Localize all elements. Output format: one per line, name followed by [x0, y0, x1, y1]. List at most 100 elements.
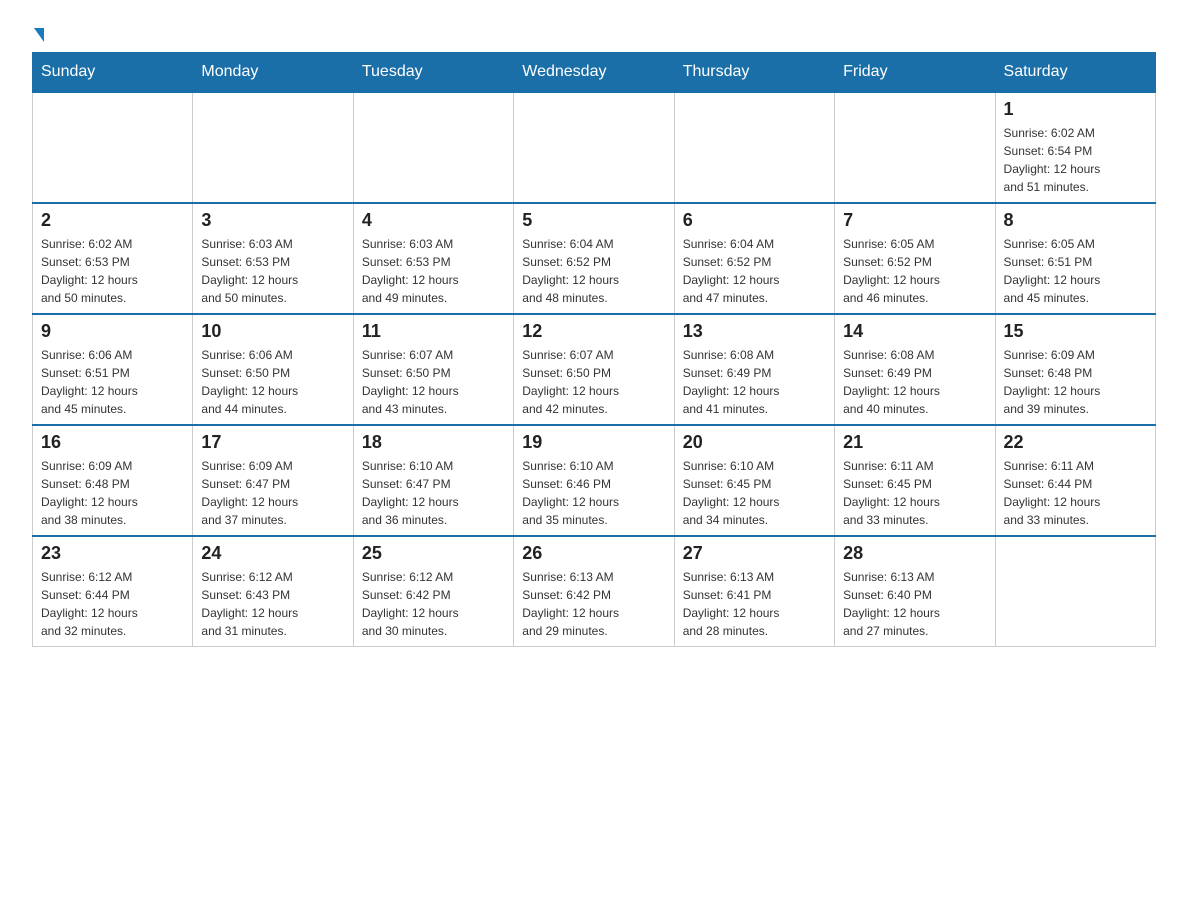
day-info: Sunrise: 6:05 AM Sunset: 6:51 PM Dayligh… [1004, 235, 1147, 307]
day-info: Sunrise: 6:08 AM Sunset: 6:49 PM Dayligh… [683, 346, 826, 418]
day-number: 19 [522, 432, 665, 453]
day-number: 28 [843, 543, 986, 564]
day-info: Sunrise: 6:13 AM Sunset: 6:40 PM Dayligh… [843, 568, 986, 640]
day-number: 4 [362, 210, 505, 231]
day-number: 8 [1004, 210, 1147, 231]
calendar-day-cell: 11 Sunrise: 6:07 AM Sunset: 6:50 PM Dayli… [353, 314, 513, 425]
day-info: Sunrise: 6:07 AM Sunset: 6:50 PM Dayligh… [522, 346, 665, 418]
calendar-day-cell: 16 Sunrise: 6:09 AM Sunset: 6:48 PM Dayli… [33, 425, 193, 536]
day-info: Sunrise: 6:09 AM Sunset: 6:48 PM Dayligh… [41, 457, 184, 529]
day-of-week-header: Wednesday [514, 53, 674, 93]
day-of-week-header: Tuesday [353, 53, 513, 93]
day-number: 17 [201, 432, 344, 453]
day-info: Sunrise: 6:02 AM Sunset: 6:54 PM Dayligh… [1004, 124, 1147, 196]
day-number: 27 [683, 543, 826, 564]
day-info: Sunrise: 6:06 AM Sunset: 6:50 PM Dayligh… [201, 346, 344, 418]
day-number: 16 [41, 432, 184, 453]
day-info: Sunrise: 6:07 AM Sunset: 6:50 PM Dayligh… [362, 346, 505, 418]
day-number: 22 [1004, 432, 1147, 453]
day-of-week-header: Friday [835, 53, 995, 93]
day-number: 20 [683, 432, 826, 453]
day-info: Sunrise: 6:12 AM Sunset: 6:44 PM Dayligh… [41, 568, 184, 640]
calendar-week-row: 16 Sunrise: 6:09 AM Sunset: 6:48 PM Dayli… [33, 425, 1156, 536]
day-of-week-header: Monday [193, 53, 353, 93]
logo-arrow-icon [34, 28, 44, 42]
day-number: 2 [41, 210, 184, 231]
calendar-day-cell: 10 Sunrise: 6:06 AM Sunset: 6:50 PM Dayli… [193, 314, 353, 425]
day-number: 25 [362, 543, 505, 564]
day-info: Sunrise: 6:10 AM Sunset: 6:47 PM Dayligh… [362, 457, 505, 529]
day-number: 5 [522, 210, 665, 231]
day-info: Sunrise: 6:05 AM Sunset: 6:52 PM Dayligh… [843, 235, 986, 307]
calendar-day-cell: 2 Sunrise: 6:02 AM Sunset: 6:53 PM Daylig… [33, 203, 193, 314]
calendar-day-cell: 27 Sunrise: 6:13 AM Sunset: 6:41 PM Dayli… [674, 536, 834, 647]
calendar-day-cell: 13 Sunrise: 6:08 AM Sunset: 6:49 PM Dayli… [674, 314, 834, 425]
day-info: Sunrise: 6:06 AM Sunset: 6:51 PM Dayligh… [41, 346, 184, 418]
calendar-day-cell [835, 92, 995, 203]
day-number: 1 [1004, 99, 1147, 120]
day-number: 12 [522, 321, 665, 342]
calendar-week-row: 23 Sunrise: 6:12 AM Sunset: 6:44 PM Dayli… [33, 536, 1156, 647]
calendar-day-cell: 4 Sunrise: 6:03 AM Sunset: 6:53 PM Daylig… [353, 203, 513, 314]
day-of-week-header: Saturday [995, 53, 1155, 93]
calendar-day-cell: 21Sunrise: 6:11 AM Sunset: 6:45 PM Dayli… [835, 425, 995, 536]
calendar-day-cell: 22 Sunrise: 6:11 AM Sunset: 6:44 PM Dayli… [995, 425, 1155, 536]
logo [32, 24, 44, 42]
day-number: 7 [843, 210, 986, 231]
calendar-day-cell [674, 92, 834, 203]
day-info: Sunrise: 6:12 AM Sunset: 6:42 PM Dayligh… [362, 568, 505, 640]
calendar-day-cell: 9 Sunrise: 6:06 AM Sunset: 6:51 PM Daylig… [33, 314, 193, 425]
calendar-day-cell: 25 Sunrise: 6:12 AM Sunset: 6:42 PM Dayli… [353, 536, 513, 647]
day-of-week-header: Thursday [674, 53, 834, 93]
calendar-day-cell: 6Sunrise: 6:04 AM Sunset: 6:52 PM Daylig… [674, 203, 834, 314]
day-number: 18 [362, 432, 505, 453]
calendar-day-cell: 14 Sunrise: 6:08 AM Sunset: 6:49 PM Dayli… [835, 314, 995, 425]
day-of-week-header: Sunday [33, 53, 193, 93]
day-number: 24 [201, 543, 344, 564]
calendar-day-cell: 26 Sunrise: 6:13 AM Sunset: 6:42 PM Dayli… [514, 536, 674, 647]
calendar-day-cell: 1 Sunrise: 6:02 AM Sunset: 6:54 PM Daylig… [995, 92, 1155, 203]
day-number: 26 [522, 543, 665, 564]
calendar-week-row: 2 Sunrise: 6:02 AM Sunset: 6:53 PM Daylig… [33, 203, 1156, 314]
day-info: Sunrise: 6:03 AM Sunset: 6:53 PM Dayligh… [362, 235, 505, 307]
day-info: Sunrise: 6:13 AM Sunset: 6:42 PM Dayligh… [522, 568, 665, 640]
day-info: Sunrise: 6:08 AM Sunset: 6:49 PM Dayligh… [843, 346, 986, 418]
calendar-day-cell: 24 Sunrise: 6:12 AM Sunset: 6:43 PM Dayli… [193, 536, 353, 647]
day-info: Sunrise: 6:09 AM Sunset: 6:48 PM Dayligh… [1004, 346, 1147, 418]
calendar-day-cell: 5 Sunrise: 6:04 AM Sunset: 6:52 PM Daylig… [514, 203, 674, 314]
calendar-week-row: 1 Sunrise: 6:02 AM Sunset: 6:54 PM Daylig… [33, 92, 1156, 203]
day-info: Sunrise: 6:03 AM Sunset: 6:53 PM Dayligh… [201, 235, 344, 307]
calendar-table: SundayMondayTuesdayWednesdayThursdayFrid… [32, 52, 1156, 647]
calendar-day-cell: 18 Sunrise: 6:10 AM Sunset: 6:47 PM Dayli… [353, 425, 513, 536]
calendar-day-cell [33, 92, 193, 203]
day-info: Sunrise: 6:04 AM Sunset: 6:52 PM Dayligh… [522, 235, 665, 307]
calendar-day-cell: 8 Sunrise: 6:05 AM Sunset: 6:51 PM Daylig… [995, 203, 1155, 314]
day-number: 13 [683, 321, 826, 342]
calendar-day-cell: 28 Sunrise: 6:13 AM Sunset: 6:40 PM Dayli… [835, 536, 995, 647]
day-info: Sunrise: 6:10 AM Sunset: 6:45 PM Dayligh… [683, 457, 826, 529]
day-number: 6 [683, 210, 826, 231]
calendar-day-cell: 20 Sunrise: 6:10 AM Sunset: 6:45 PM Dayli… [674, 425, 834, 536]
day-number: 11 [362, 321, 505, 342]
day-number: 10 [201, 321, 344, 342]
day-number: 9 [41, 321, 184, 342]
day-info: Sunrise: 6:12 AM Sunset: 6:43 PM Dayligh… [201, 568, 344, 640]
calendar-day-cell: 12 Sunrise: 6:07 AM Sunset: 6:50 PM Dayli… [514, 314, 674, 425]
day-info: Sunrise: 6:02 AM Sunset: 6:53 PM Dayligh… [41, 235, 184, 307]
calendar-day-cell: 3Sunrise: 6:03 AM Sunset: 6:53 PM Daylig… [193, 203, 353, 314]
calendar-day-cell: 15 Sunrise: 6:09 AM Sunset: 6:48 PM Dayli… [995, 314, 1155, 425]
day-info: Sunrise: 6:10 AM Sunset: 6:46 PM Dayligh… [522, 457, 665, 529]
calendar-day-cell [995, 536, 1155, 647]
day-info: Sunrise: 6:13 AM Sunset: 6:41 PM Dayligh… [683, 568, 826, 640]
calendar-header-row: SundayMondayTuesdayWednesdayThursdayFrid… [33, 53, 1156, 93]
calendar-day-cell: 23 Sunrise: 6:12 AM Sunset: 6:44 PM Dayli… [33, 536, 193, 647]
day-number: 23 [41, 543, 184, 564]
calendar-day-cell [193, 92, 353, 203]
calendar-day-cell: 19 Sunrise: 6:10 AM Sunset: 6:46 PM Dayli… [514, 425, 674, 536]
day-info: Sunrise: 6:11 AM Sunset: 6:44 PM Dayligh… [1004, 457, 1147, 529]
day-number: 15 [1004, 321, 1147, 342]
calendar-day-cell [353, 92, 513, 203]
day-info: Sunrise: 6:09 AM Sunset: 6:47 PM Dayligh… [201, 457, 344, 529]
day-number: 21 [843, 432, 986, 453]
day-number: 14 [843, 321, 986, 342]
